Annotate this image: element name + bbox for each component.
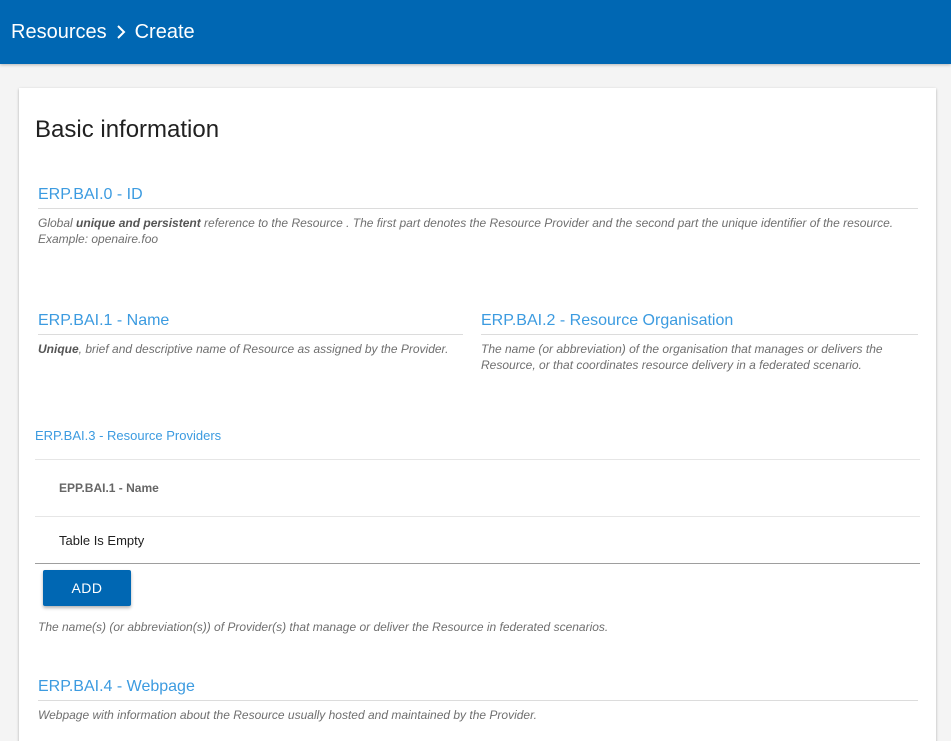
providers-field-hint: The name(s) (or abbreviation(s)) of Prov… xyxy=(38,620,609,634)
providers-table: EPP.BAI.1 - Name Table Is Empty xyxy=(35,459,920,564)
table-empty-text: Table Is Empty xyxy=(59,532,145,548)
webpage-field-hint: Webpage with information about the Resou… xyxy=(38,708,537,722)
id-hint-bold: unique and persistent xyxy=(76,216,201,230)
id-field-hint: Global unique and persistent reference t… xyxy=(38,215,918,247)
organisation-field[interactable]: ERP.BAI.2 - Resource Organisation The na… xyxy=(481,312,918,373)
name-hint-post: , brief and descriptive name of Resource… xyxy=(78,342,449,356)
add-provider-button[interactable]: ADD xyxy=(43,570,131,606)
name-hint-bold: Unique xyxy=(38,342,79,356)
providers-hint-block: The name(s) (or abbreviation(s)) of Prov… xyxy=(38,613,918,635)
table-header-row: EPP.BAI.1 - Name xyxy=(35,459,920,516)
name-field-hint: Unique, brief and descriptive name of Re… xyxy=(38,341,463,357)
breadcrumb-resources[interactable]: Resources xyxy=(11,21,107,44)
section-title: Basic information xyxy=(35,116,220,143)
webpage-field[interactable]: ERP.BAI.4 - Webpage Webpage with informa… xyxy=(38,678,918,723)
id-field-label[interactable]: ERP.BAI.0 - ID xyxy=(38,186,918,209)
id-field[interactable]: ERP.BAI.0 - ID Global unique and persist… xyxy=(38,186,918,247)
organisation-field-hint: The name (or abbreviation) of the organi… xyxy=(481,342,883,372)
chevron-right-icon xyxy=(111,22,131,42)
table-header-name[interactable]: EPP.BAI.1 - Name xyxy=(59,481,159,495)
organisation-field-label[interactable]: ERP.BAI.2 - Resource Organisation xyxy=(481,312,918,335)
webpage-field-label[interactable]: ERP.BAI.4 - Webpage xyxy=(38,678,918,701)
table-row: Table Is Empty xyxy=(35,516,920,564)
name-field[interactable]: ERP.BAI.1 - Name Unique, brief and descr… xyxy=(38,312,463,357)
breadcrumb-create: Create xyxy=(134,20,195,43)
providers-label: ERP.BAI.3 - Resource Providers xyxy=(35,428,222,443)
id-hint-pre: Global xyxy=(38,216,77,230)
name-field-label[interactable]: ERP.BAI.1 - Name xyxy=(38,312,463,335)
app-header: Resources Create xyxy=(0,0,951,64)
basic-information-card: Basic information ERP.BAI.0 - ID Global … xyxy=(19,88,936,741)
